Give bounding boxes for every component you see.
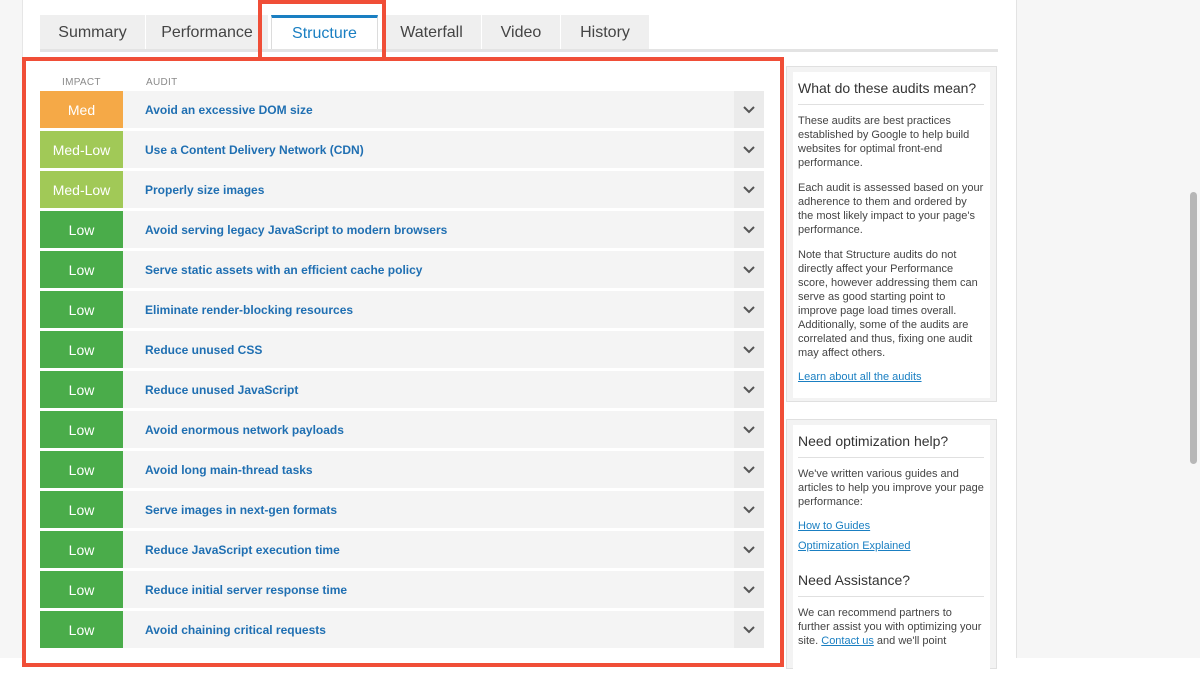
tab-video[interactable]: Video <box>482 15 561 50</box>
impact-badge: Low <box>40 411 123 448</box>
impact-badge: Low <box>40 291 123 328</box>
chevron-down-icon[interactable] <box>734 371 764 408</box>
assistance-text-end: and we'll point <box>876 635 947 647</box>
audit-row[interactable]: Low Avoid chaining critical requests <box>40 611 764 648</box>
help-heading: Need optimization help? <box>798 433 984 458</box>
how-to-guides-link[interactable]: How to Guides <box>798 520 984 532</box>
impact-badge: Low <box>40 531 123 568</box>
audit-row[interactable]: Med-Low Properly size images <box>40 171 764 208</box>
audit-column-header: AUDIT <box>146 77 178 88</box>
chevron-down-icon[interactable] <box>734 611 764 648</box>
audit-row[interactable]: Med Avoid an excessive DOM size <box>40 91 764 128</box>
audit-title[interactable]: Eliminate render-blocking resources <box>123 291 734 328</box>
page-scrollbar-thumb[interactable] <box>1190 192 1197 464</box>
optimization-explained-link[interactable]: Optimization Explained <box>798 540 984 552</box>
audit-title[interactable]: Reduce initial server response time <box>123 571 734 608</box>
chevron-down-icon[interactable] <box>734 451 764 488</box>
impact-badge: Low <box>40 251 123 288</box>
report-tabs: Summary Performance Structure Waterfall … <box>40 15 650 50</box>
right-gutter <box>1016 0 1200 658</box>
audits-info-box: What do these audits mean? These audits … <box>786 66 997 402</box>
audits-info-paragraph-2: Each audit is assessed based on your adh… <box>798 182 984 236</box>
impact-badge: Low <box>40 331 123 368</box>
audit-row[interactable]: Med-Low Use a Content Delivery Network (C… <box>40 131 764 168</box>
chevron-down-icon[interactable] <box>734 171 764 208</box>
tab-baseline <box>40 49 998 52</box>
audit-title[interactable]: Reduce unused JavaScript <box>123 371 734 408</box>
tab-waterfall[interactable]: Waterfall <box>382 15 482 50</box>
audit-title[interactable]: Avoid serving legacy JavaScript to moder… <box>123 211 734 248</box>
audit-title[interactable]: Avoid an excessive DOM size <box>123 91 734 128</box>
audits-info-heading: What do these audits mean? <box>798 80 984 105</box>
chevron-down-icon[interactable] <box>734 91 764 128</box>
chevron-down-icon[interactable] <box>734 331 764 368</box>
chevron-down-icon[interactable] <box>734 211 764 248</box>
impact-badge: Low <box>40 371 123 408</box>
chevron-down-icon[interactable] <box>734 411 764 448</box>
tab-summary[interactable]: Summary <box>40 15 146 50</box>
impact-badge: Low <box>40 491 123 528</box>
impact-badge: Low <box>40 211 123 248</box>
audit-title[interactable]: Avoid chaining critical requests <box>123 611 734 648</box>
assistance-heading: Need Assistance? <box>798 572 984 597</box>
tab-performance[interactable]: Performance <box>146 15 269 50</box>
tab-history[interactable]: History <box>561 15 650 50</box>
contact-us-link[interactable]: Contact us <box>821 635 874 647</box>
audit-row[interactable]: Low Avoid enormous network payloads <box>40 411 764 448</box>
learn-audits-link[interactable]: Learn about all the audits <box>798 371 984 383</box>
chevron-down-icon[interactable] <box>734 251 764 288</box>
impact-badge: Med <box>40 91 123 128</box>
audit-title[interactable]: Properly size images <box>123 171 734 208</box>
audit-title[interactable]: Serve static assets with an efficient ca… <box>123 251 734 288</box>
audits-info-paragraph-3: Note that Structure audits do not direct… <box>798 249 978 359</box>
audit-panel: IMPACT AUDIT Med Avoid an excessive DOM s… <box>22 57 784 667</box>
audit-title[interactable]: Avoid long main-thread tasks <box>123 451 734 488</box>
audit-row[interactable]: Low Eliminate render-blocking resources <box>40 291 764 328</box>
audit-row[interactable]: Low Serve images in next-gen formats <box>40 491 764 528</box>
audit-title[interactable]: Reduce JavaScript execution time <box>123 531 734 568</box>
impact-badge: Med-Low <box>40 131 123 168</box>
assistance-paragraph: We can recommend partners to further ass… <box>798 606 984 648</box>
chevron-down-icon[interactable] <box>734 491 764 528</box>
left-gutter <box>0 0 23 658</box>
audit-row[interactable]: Low Avoid serving legacy JavaScript to mo… <box>40 211 764 248</box>
chevron-down-icon[interactable] <box>734 531 764 568</box>
audit-list: Med Avoid an excessive DOM size Med-Low Use… <box>40 91 764 651</box>
audit-row[interactable]: Low Serve static assets with an efficient… <box>40 251 764 288</box>
audit-title[interactable]: Avoid enormous network payloads <box>123 411 734 448</box>
audit-title[interactable]: Reduce unused CSS <box>123 331 734 368</box>
audit-title[interactable]: Serve images in next-gen formats <box>123 491 734 528</box>
impact-badge: Low <box>40 571 123 608</box>
audit-title[interactable]: Use a Content Delivery Network (CDN) <box>123 131 734 168</box>
help-box: Need optimization help? We've written va… <box>786 419 997 681</box>
audit-row[interactable]: Low Reduce initial server response time <box>40 571 764 608</box>
chevron-down-icon[interactable] <box>734 291 764 328</box>
impact-badge: Med-Low <box>40 171 123 208</box>
audit-row[interactable]: Low Reduce unused CSS <box>40 331 764 368</box>
chevron-down-icon[interactable] <box>734 571 764 608</box>
help-paragraph: We've written various guides and article… <box>798 468 984 508</box>
audit-row[interactable]: Low Reduce JavaScript execution time <box>40 531 764 568</box>
tab-structure[interactable]: Structure <box>271 15 378 50</box>
impact-badge: Low <box>40 451 123 488</box>
audit-row[interactable]: Low Reduce unused JavaScript <box>40 371 764 408</box>
impact-column-header: IMPACT <box>62 77 101 88</box>
chevron-down-icon[interactable] <box>734 131 764 168</box>
audit-row[interactable]: Low Avoid long main-thread tasks <box>40 451 764 488</box>
audits-info-paragraph-1: These audits are best practices establis… <box>798 115 970 169</box>
impact-badge: Low <box>40 611 123 648</box>
